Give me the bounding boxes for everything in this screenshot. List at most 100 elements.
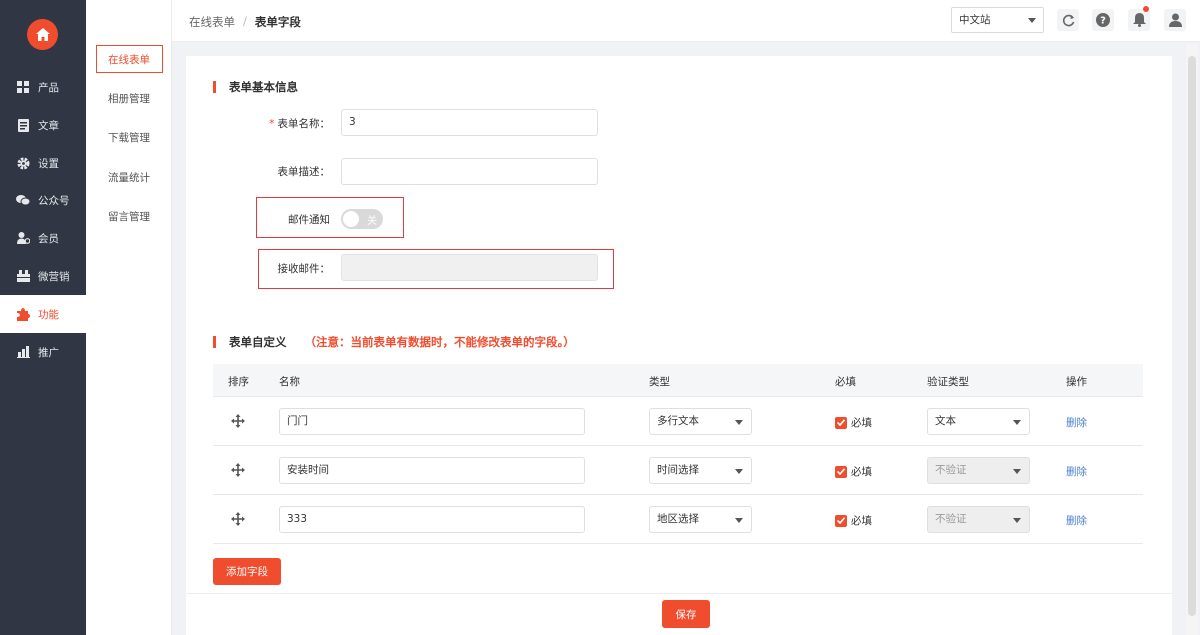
delete-field-link[interactable]: 删除 — [1066, 513, 1087, 528]
sidebar-item-label: 设置 — [38, 157, 59, 170]
subnav-item-album[interactable]: 相册管理 — [96, 84, 163, 112]
user-icon — [1168, 13, 1182, 27]
checkbox-checked-icon — [835, 465, 847, 478]
help-button[interactable]: ? — [1092, 9, 1114, 31]
drag-handle-icon[interactable] — [231, 463, 245, 477]
field-type-select[interactable]: 地区选择 — [649, 506, 752, 533]
email-notify-label: 邮件通知 — [288, 214, 330, 226]
chevron-down-icon — [1013, 469, 1021, 474]
member-icon — [16, 231, 30, 245]
wechat-icon — [16, 193, 30, 207]
sidebar-item-promotion[interactable]: 推广 — [0, 333, 86, 371]
sidebar-item-wechat[interactable]: 公众号 — [0, 181, 86, 219]
subnav-item-download[interactable]: 下载管理 — [96, 123, 163, 151]
receive-email-label: 接收邮件： — [277, 263, 331, 275]
subnav-item-message[interactable]: 留言管理 — [96, 202, 163, 230]
breadcrumb-current: 表单字段 — [254, 15, 301, 29]
section-bar — [213, 81, 216, 93]
field-type-select[interactable]: 时间选择 — [649, 457, 752, 484]
field-name-input[interactable]: 门门 — [279, 408, 585, 435]
column-header-validate: 验证类型 — [927, 376, 969, 388]
sidebar-item-label: 微营销 — [38, 270, 70, 283]
sidebar-item-label: 功能 — [38, 308, 59, 321]
chevron-down-icon — [1013, 518, 1021, 523]
column-header-name: 名称 — [279, 376, 300, 388]
email-notify-toggle[interactable]: 关 — [341, 209, 383, 229]
marketing-icon — [16, 269, 30, 283]
site-select-value: 中文站 — [959, 14, 991, 26]
grid-icon — [16, 80, 30, 94]
validate-type-select[interactable]: 不验证 — [927, 457, 1030, 484]
chevron-down-icon — [735, 469, 743, 474]
chart-icon — [16, 345, 30, 359]
required-checkbox[interactable]: 必填 — [835, 513, 872, 528]
sidebar-item-function[interactable]: 功能 — [0, 295, 86, 333]
breadcrumb-separator: / — [243, 14, 247, 28]
form-name-input[interactable]: 3 — [341, 109, 598, 136]
help-icon: ? — [1096, 13, 1110, 27]
chevron-down-icon — [735, 420, 743, 425]
sidebar-item-marketing[interactable]: 微营销 — [0, 257, 86, 295]
section-title: 表单自定义 — [229, 335, 287, 349]
svg-text:?: ? — [1100, 16, 1106, 27]
delete-field-link[interactable]: 删除 — [1066, 464, 1087, 479]
sidebar-item-settings[interactable]: 设置 — [0, 144, 86, 182]
page-scrollbar[interactable] — [1186, 44, 1198, 635]
save-button[interactable]: 保存 — [662, 600, 710, 628]
fields-table-header: 排序 名称 类型 必填 验证类型 操作 — [213, 364, 1143, 397]
field-type-select[interactable]: 多行文本 — [649, 408, 752, 435]
home-icon — [35, 28, 50, 41]
column-header-type: 类型 — [649, 376, 670, 388]
validate-type-select[interactable]: 不验证 — [927, 506, 1030, 533]
user-button[interactable] — [1164, 9, 1186, 31]
document-icon — [16, 118, 30, 132]
delete-field-link[interactable]: 删除 — [1066, 415, 1087, 430]
required-checkbox[interactable]: 必填 — [835, 464, 872, 479]
subnav-item-online-form[interactable]: 在线表单 — [96, 45, 163, 73]
field-name-input[interactable]: 333 — [279, 506, 585, 533]
drag-handle-icon[interactable] — [231, 512, 245, 526]
column-header-order: 排序 — [228, 376, 249, 388]
breadcrumb: 在线表单 / 表单字段 — [189, 14, 301, 30]
sidebar-item-label: 推广 — [38, 346, 59, 359]
sidebar-item-member[interactable]: 会员 — [0, 219, 86, 257]
home-logo-button[interactable] — [27, 19, 58, 50]
section-basic-info: 表单基本信息 — [213, 79, 298, 95]
sidebar-item-label: 会员 — [38, 232, 59, 245]
field-name-input[interactable]: 安装时间 — [279, 457, 585, 484]
scrollbar-thumb[interactable] — [1188, 56, 1196, 616]
bell-icon — [1132, 13, 1146, 27]
refresh-icon — [1062, 14, 1074, 26]
site-select[interactable]: 中文站 — [951, 7, 1044, 33]
table-row: 门门 多行文本 必填 文本 删除 — [213, 397, 1143, 446]
sidebar-item-article[interactable]: 文章 — [0, 106, 86, 144]
table-row: 333 地区选择 必填 不验证 删除 — [213, 495, 1143, 544]
receive-email-input[interactable] — [341, 254, 598, 281]
section-custom: 表单自定义 （注意：当前表单有数据时，不能修改表单的字段。） — [213, 334, 575, 350]
subnav-item-traffic[interactable]: 流量统计 — [96, 163, 163, 191]
drag-handle-icon[interactable] — [231, 414, 245, 428]
toggle-knob — [343, 211, 359, 227]
notification-dot — [1143, 6, 1149, 12]
main-sidebar: 产品 文章 设置 公众号 会员 微营销 功能 推广 — [0, 0, 86, 635]
puzzle-icon — [16, 307, 30, 321]
table-row: 安装时间 时间选择 必填 不验证 删除 — [213, 446, 1143, 495]
sub-sidebar: 在线表单 相册管理 下载管理 流量统计 留言管理 — [86, 0, 172, 635]
gear-icon — [16, 156, 30, 170]
notification-button[interactable] — [1128, 6, 1150, 31]
refresh-button[interactable] — [1057, 9, 1079, 31]
form-desc-input[interactable] — [341, 158, 598, 185]
validate-type-select[interactable]: 文本 — [927, 408, 1030, 435]
column-header-required: 必填 — [835, 376, 856, 388]
add-field-button[interactable]: 添加字段 — [213, 558, 281, 585]
toggle-label: 关 — [367, 216, 377, 227]
chevron-down-icon — [1013, 420, 1021, 425]
breadcrumb-parent-link[interactable]: 在线表单 — [189, 14, 235, 30]
chevron-down-icon — [735, 518, 743, 523]
required-checkbox[interactable]: 必填 — [835, 415, 872, 430]
sidebar-item-product[interactable]: 产品 — [0, 68, 86, 106]
section-bar — [213, 336, 216, 348]
section-title: 表单基本信息 — [229, 80, 298, 94]
column-header-action: 操作 — [1066, 376, 1087, 388]
sidebar-item-label: 产品 — [38, 81, 59, 94]
